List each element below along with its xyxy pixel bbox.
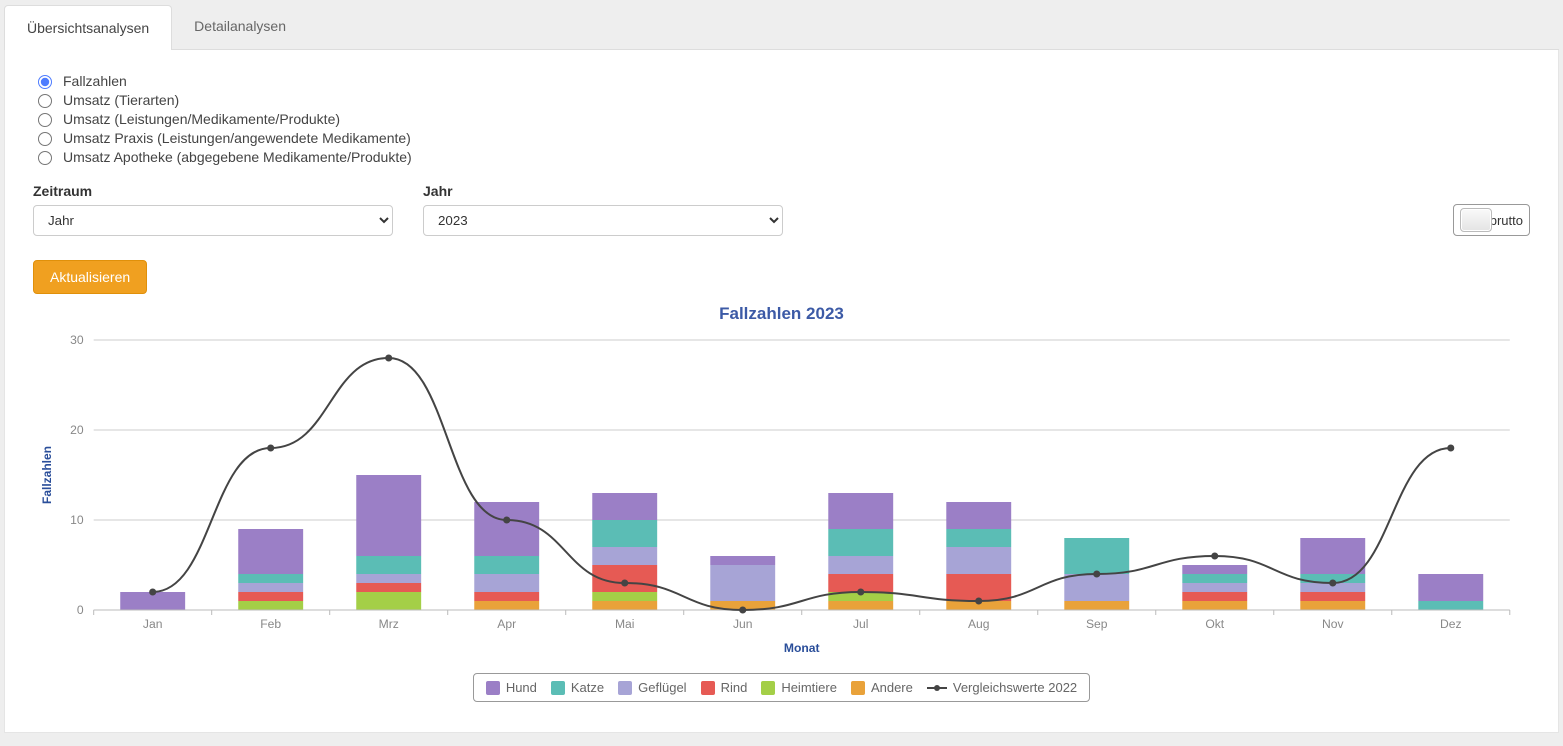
radio-umsatz-tier[interactable]: Umsatz (Tierarten) (33, 91, 1530, 108)
swatch-gefluegel (618, 681, 632, 695)
line-marker-icon (927, 681, 947, 695)
legend-vergleich[interactable]: Vergleichswerte 2022 (927, 680, 1077, 695)
legend-heimtiere[interactable]: Heimtiere (761, 680, 837, 695)
year-select[interactable]: 2023 (423, 205, 783, 236)
refresh-button[interactable]: Aktualisieren (33, 260, 147, 294)
svg-text:Fallzahlen: Fallzahlen (40, 446, 54, 504)
svg-text:Nov: Nov (1322, 617, 1344, 631)
svg-text:Mrz: Mrz (379, 617, 399, 631)
svg-text:Jan: Jan (143, 617, 163, 631)
swatch-hund (486, 681, 500, 695)
period-label: Zeitraum (33, 183, 393, 199)
tab-detail[interactable]: Detailanalysen (172, 4, 308, 49)
legend-andere[interactable]: Andere (851, 680, 913, 695)
radio-umsatz-apotheke[interactable]: Umsatz Apotheke (abgegebene Medikamente/… (33, 148, 1530, 165)
filter-row: Zeitraum Jahr Jahr 2023 brutto (33, 183, 1530, 236)
swatch-rind (701, 681, 715, 695)
svg-text:0: 0 (77, 603, 84, 617)
swatch-heimtiere (761, 681, 775, 695)
swatch-andere (851, 681, 865, 695)
radio-umsatz-lmp-input[interactable] (38, 113, 52, 127)
metric-radio-group: Fallzahlen Umsatz (Tierarten) Umsatz (Le… (33, 72, 1530, 165)
toggle-handle-icon (1460, 208, 1492, 232)
brutto-toggle-label: brutto (1490, 213, 1523, 228)
radio-umsatz-tier-input[interactable] (38, 94, 52, 108)
svg-text:20: 20 (70, 423, 84, 437)
svg-text:Jun: Jun (733, 617, 753, 631)
tab-bar: Übersichtsanalysen Detailanalysen (4, 4, 1559, 50)
swatch-katze (551, 681, 565, 695)
legend-gefluegel[interactable]: Geflügel (618, 680, 686, 695)
period-select[interactable]: Jahr (33, 205, 393, 236)
chart-area: Fallzahlen 2023 0 10 20 30 Jan Feb Mrz Apr Mai Ju… (33, 304, 1530, 702)
svg-text:Aug: Aug (968, 617, 990, 631)
svg-text:Okt: Okt (1205, 617, 1225, 631)
radio-fallzahlen[interactable]: Fallzahlen (33, 72, 1530, 89)
brutto-toggle[interactable]: brutto (1453, 204, 1530, 236)
radio-fallzahlen-label: Fallzahlen (63, 73, 127, 89)
radio-umsatz-apotheke-input[interactable] (38, 151, 52, 165)
chart-title: Fallzahlen 2023 (33, 304, 1530, 324)
svg-text:10: 10 (70, 513, 84, 527)
svg-text:Sep: Sep (1086, 617, 1108, 631)
radio-umsatz-lmp[interactable]: Umsatz (Leistungen/Medikamente/Produkte) (33, 110, 1530, 127)
overview-panel: Fallzahlen Umsatz (Tierarten) Umsatz (Le… (4, 50, 1559, 733)
svg-text:Monat: Monat (784, 641, 820, 655)
radio-umsatz-lmp-label: Umsatz (Leistungen/Medikamente/Produkte) (63, 111, 340, 127)
svg-text:Jul: Jul (853, 617, 868, 631)
chart-legend: Hund Katze Geflügel Rind (473, 673, 1090, 702)
legend-rind[interactable]: Rind (701, 680, 748, 695)
year-label: Jahr (423, 183, 783, 199)
radio-umsatz-praxis-label: Umsatz Praxis (Leistungen/angewendete Me… (63, 130, 411, 146)
chart-canvas: 0 10 20 30 Jan Feb Mrz Apr Mai Jun Jul Aug Sep Okt Nov… (33, 330, 1530, 660)
legend-katze[interactable]: Katze (551, 680, 604, 695)
radio-umsatz-tier-label: Umsatz (Tierarten) (63, 92, 179, 108)
svg-text:Apr: Apr (497, 617, 516, 631)
tab-overview[interactable]: Übersichtsanalysen (4, 5, 172, 50)
radio-umsatz-apotheke-label: Umsatz Apotheke (abgegebene Medikamente/… (63, 149, 412, 165)
radio-umsatz-praxis-input[interactable] (38, 132, 52, 146)
svg-text:Feb: Feb (260, 617, 281, 631)
svg-text:30: 30 (70, 333, 84, 347)
svg-text:Mai: Mai (615, 617, 635, 631)
svg-text:Dez: Dez (1440, 617, 1462, 631)
legend-hund[interactable]: Hund (486, 680, 537, 695)
radio-fallzahlen-input[interactable] (38, 75, 52, 89)
radio-umsatz-praxis[interactable]: Umsatz Praxis (Leistungen/angewendete Me… (33, 129, 1530, 146)
